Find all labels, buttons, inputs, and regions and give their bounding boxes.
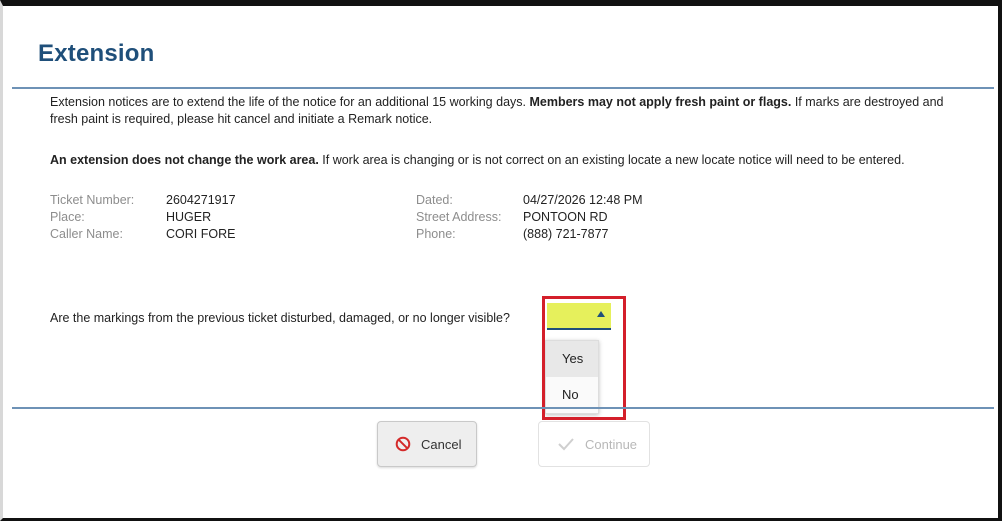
- continue-button[interactable]: Continue: [538, 421, 650, 467]
- window-frame: [0, 0, 1002, 521]
- caller-name-value: CORI FORE: [166, 227, 236, 241]
- option-yes[interactable]: Yes: [546, 341, 598, 377]
- markings-select[interactable]: [547, 303, 611, 330]
- work-area-text: If work area is changing or is not corre…: [318, 153, 905, 167]
- ticket-number-label: Ticket Number:: [50, 193, 135, 207]
- dated-label: Dated:: [416, 193, 453, 207]
- work-area-bold: An extension does not change the work ar…: [50, 153, 319, 167]
- dialog-title: Extension: [38, 40, 155, 67]
- ticket-number-value: 2604271917: [166, 193, 236, 207]
- cancel-button[interactable]: Cancel: [377, 421, 477, 467]
- place-label: Place:: [50, 210, 85, 224]
- caret-up-icon: [597, 311, 605, 317]
- extension-notice-paragraph: Extension notices are to extend the life…: [50, 94, 965, 128]
- place-value: HUGER: [166, 210, 212, 224]
- work-area-paragraph: An extension does not change the work ar…: [50, 152, 970, 169]
- no-entry-icon: [395, 436, 411, 452]
- cancel-button-label: Cancel: [421, 436, 462, 452]
- street-address-value: PONTOON RD: [523, 210, 608, 224]
- phone-value: (888) 721-7877: [523, 227, 609, 241]
- markings-dropdown-menu: Yes No: [545, 340, 599, 414]
- notice-text-1: Extension notices are to extend the life…: [50, 95, 530, 109]
- street-address-label: Street Address:: [416, 210, 502, 224]
- caller-name-label: Caller Name:: [50, 227, 123, 241]
- check-icon: [558, 438, 574, 451]
- header-divider: [12, 87, 994, 89]
- dated-value: 04/27/2026 12:48 PM: [523, 193, 643, 207]
- continue-button-label: Continue: [585, 436, 638, 452]
- markings-question: Are the markings from the previous ticke…: [50, 311, 510, 325]
- phone-label: Phone:: [416, 227, 456, 241]
- notice-text-bold: Members may not apply fresh paint or fla…: [529, 95, 792, 109]
- footer-divider: [12, 407, 994, 409]
